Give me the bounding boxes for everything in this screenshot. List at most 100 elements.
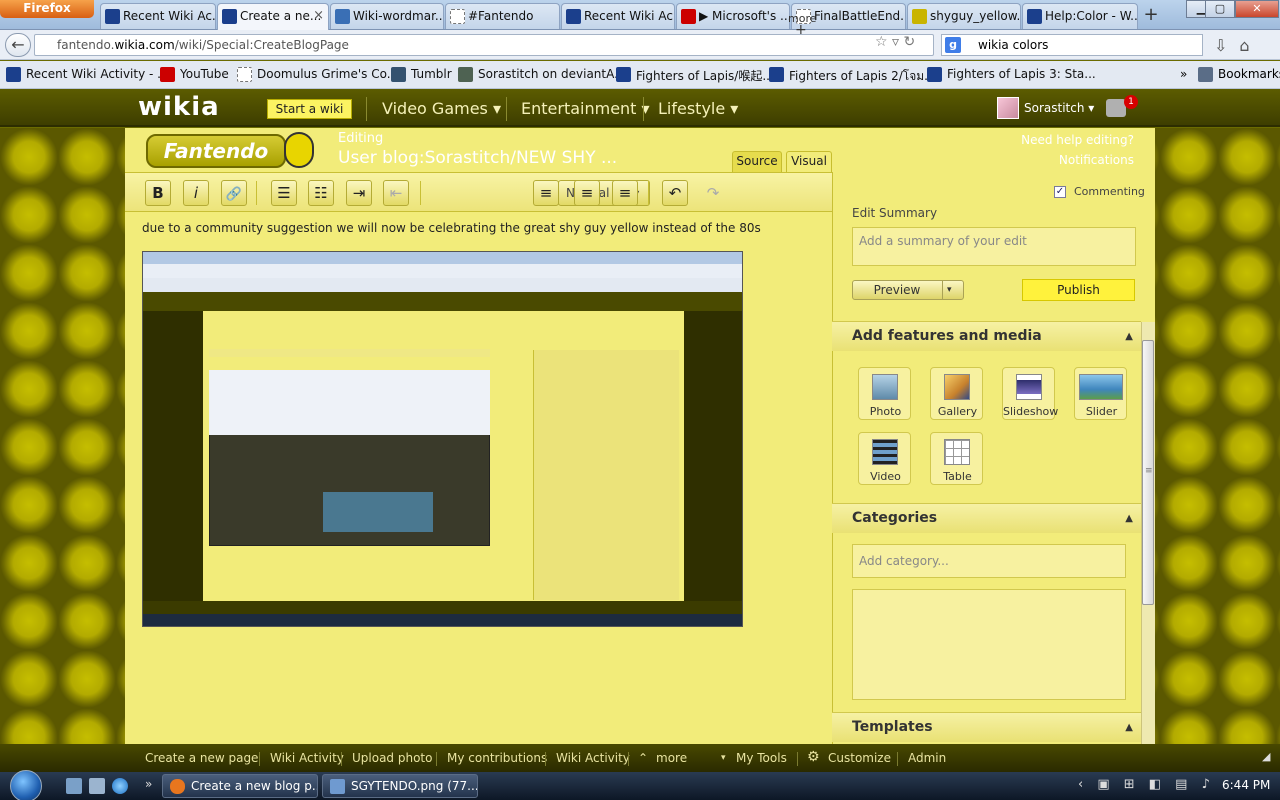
task-paint[interactable]: SGYTENDO.png (77.... bbox=[322, 774, 478, 798]
more-menu-icon[interactable]: ⌃ bbox=[638, 751, 648, 765]
redo-button[interactable]: ↷ bbox=[700, 180, 726, 206]
quicklaunch-overflow[interactable]: » bbox=[145, 777, 152, 791]
add-slider-button[interactable]: Slider bbox=[1074, 367, 1127, 420]
indent-button[interactable]: ⇥ bbox=[346, 180, 372, 206]
create-new-page-link[interactable]: Create a new page bbox=[145, 751, 258, 765]
hub-lifestyle[interactable]: Lifestyle ▾ bbox=[658, 99, 738, 118]
notifications-icon[interactable] bbox=[1106, 99, 1126, 117]
search-input[interactable]: wikia colors bbox=[941, 34, 1203, 56]
my-tools-link[interactable]: My Tools bbox=[736, 751, 787, 765]
tab-shyguy-yellow[interactable]: shyguy_yellow... bbox=[907, 3, 1021, 29]
internet-explorer-icon[interactable] bbox=[112, 778, 128, 794]
collapse-icon[interactable]: ▲ bbox=[1125, 713, 1133, 742]
customize-link[interactable]: Customize bbox=[828, 751, 891, 765]
upload-photo-link[interactable]: Upload photo bbox=[352, 751, 432, 765]
tab-youtube[interactable]: ▶ Microsoft's ... bbox=[676, 3, 790, 29]
start-a-wiki-button[interactable]: Start a wiki bbox=[267, 99, 352, 119]
bulleted-list-button[interactable]: ☰ bbox=[271, 180, 297, 206]
add-slideshow-button[interactable]: Slideshow bbox=[1002, 367, 1058, 420]
task-firefox[interactable]: Create a new blog p... bbox=[162, 774, 318, 798]
tab-wiki-wordmark[interactable]: Wiki-wordmar... bbox=[330, 3, 444, 29]
categories-section-header[interactable]: Categories ▲ bbox=[832, 503, 1141, 533]
bookmark-recent-wiki-activity[interactable]: Recent Wiki Activity - ... bbox=[6, 67, 169, 82]
back-button[interactable]: ← bbox=[5, 33, 31, 57]
more-tools-plus-icon[interactable]: + bbox=[795, 22, 807, 38]
tab-source[interactable]: Source bbox=[732, 151, 782, 172]
tab-recent-wiki-activity[interactable]: Recent Wiki Ac... bbox=[100, 3, 216, 29]
bookmarks-menu-button[interactable]: Bookmarks bbox=[1198, 67, 1280, 82]
category-input[interactable]: Add category... bbox=[852, 544, 1126, 578]
undo-button[interactable]: ↶ bbox=[662, 180, 688, 206]
tab-help-color[interactable]: Help:Color - W... bbox=[1022, 3, 1138, 29]
commenting-checkbox[interactable]: ✓ bbox=[1054, 186, 1066, 198]
firefox-menu-button[interactable]: Firefox bbox=[0, 0, 94, 18]
start-button[interactable] bbox=[10, 770, 42, 800]
more-link[interactable]: more bbox=[656, 751, 687, 765]
user-menu[interactable]: Sorastitch ▾ bbox=[1024, 101, 1094, 115]
close-window-button[interactable]: ✕ bbox=[1235, 0, 1279, 18]
add-video-button[interactable]: Video bbox=[858, 432, 911, 485]
chevron-down-icon[interactable]: ▾ bbox=[947, 281, 952, 299]
gear-icon[interactable]: ⚙ bbox=[807, 749, 820, 765]
edit-summary-field[interactable]: Add a summary of your edit bbox=[852, 227, 1136, 266]
bookmark-tumblr[interactable]: Tumblr bbox=[391, 67, 452, 82]
bookmark-deviantart[interactable]: Sorastitch on deviantA... bbox=[458, 67, 626, 82]
tab-recent-wiki-activity-2[interactable]: Recent Wiki Ac... bbox=[561, 3, 675, 29]
wiki-activity-link-2[interactable]: Wiki Activity bbox=[556, 751, 630, 765]
add-table-button[interactable]: Table bbox=[930, 432, 983, 485]
my-contributions-link[interactable]: My contributions bbox=[447, 751, 547, 765]
wikia-logo[interactable]: wikia bbox=[138, 92, 220, 122]
home-icon[interactable]: ⌂ bbox=[1239, 36, 1261, 55]
bookmark-fighters-of-lapis-2[interactable]: Fighters of Lapis 2/โจม... bbox=[769, 67, 936, 86]
templates-section-header[interactable]: Templates ▲ bbox=[832, 712, 1141, 742]
downloads-icon[interactable]: ⇩ bbox=[1214, 36, 1239, 55]
align-left-button[interactable]: ≡ bbox=[533, 180, 559, 206]
slider-icon bbox=[1079, 374, 1123, 400]
tab-fantendo[interactable]: #Fantendo bbox=[445, 3, 560, 29]
embedded-screenshot-image[interactable] bbox=[142, 251, 743, 627]
fantendo-wordmark[interactable]: Fantendo bbox=[146, 132, 316, 172]
reload-icon[interactable]: ↻ bbox=[904, 34, 916, 50]
close-tab-icon[interactable]: × bbox=[313, 4, 324, 28]
add-gallery-button[interactable]: Gallery bbox=[930, 367, 983, 420]
avatar[interactable] bbox=[997, 97, 1019, 119]
new-tab-button[interactable]: + bbox=[1139, 4, 1163, 28]
bookmarks-overflow-button[interactable]: » bbox=[1180, 67, 1187, 81]
toolbar-arrow-icon[interactable]: ◢ bbox=[1262, 750, 1270, 763]
bookmark-star-icon[interactable]: ☆ bbox=[875, 34, 888, 50]
switch-windows-icon[interactable] bbox=[89, 778, 105, 794]
maximize-button[interactable]: ▢ bbox=[1205, 0, 1235, 18]
bookmark-fighters-of-lapis[interactable]: Fighters of Lapis/喉起... bbox=[616, 67, 774, 84]
collapse-icon[interactable]: ▲ bbox=[1125, 322, 1133, 351]
bold-button[interactable]: B bbox=[145, 180, 171, 206]
system-tray-icons[interactable]: ‹ ▣ ⊞ ◧ ▤ ♪ bbox=[1078, 777, 1215, 792]
bookmark-fighters-of-lapis-3[interactable]: Fighters of Lapis 3: Sta... bbox=[927, 67, 1096, 82]
add-photo-button[interactable]: Photo bbox=[858, 367, 911, 420]
admin-link[interactable]: Admin bbox=[908, 751, 946, 765]
numbered-list-button[interactable]: ☷ bbox=[308, 180, 334, 206]
google-search-engine-icon[interactable]: g bbox=[945, 37, 961, 53]
tab-create-blog-post[interactable]: Create a ne... × bbox=[217, 3, 329, 30]
tab-visual[interactable]: Visual bbox=[786, 151, 832, 173]
publish-button[interactable]: Publish bbox=[1022, 279, 1135, 301]
history-dropdown-icon[interactable]: ▿ bbox=[892, 34, 899, 50]
show-desktop-icon[interactable] bbox=[66, 778, 82, 794]
wiki-activity-link[interactable]: Wiki Activity bbox=[270, 751, 344, 765]
collapse-icon[interactable]: ▲ bbox=[1125, 504, 1133, 533]
help-editing-link[interactable]: Need help editing? bbox=[1000, 133, 1134, 147]
hub-entertainment[interactable]: Entertainment ▾ bbox=[521, 99, 650, 118]
align-center-button[interactable]: ≡ bbox=[574, 180, 600, 206]
preview-button[interactable]: Preview ▾ bbox=[852, 280, 964, 300]
bookmark-doomulus[interactable]: Doomulus Grime's Co... bbox=[237, 67, 398, 82]
clock[interactable]: 6:44 PM bbox=[1222, 778, 1270, 792]
align-right-button[interactable]: ≡ bbox=[612, 180, 638, 206]
tools-dropdown-icon[interactable]: ▾ bbox=[721, 753, 726, 763]
features-section-header[interactable]: Add features and media ▲ bbox=[832, 321, 1141, 351]
editor-body-text[interactable]: due to a community suggestion we will no… bbox=[142, 221, 761, 235]
notifications-link[interactable]: Notifications bbox=[1000, 153, 1134, 167]
hub-video-games[interactable]: Video Games ▾ bbox=[382, 99, 501, 118]
bookmark-youtube[interactable]: YouTube bbox=[160, 67, 229, 82]
outdent-button[interactable]: ⇤ bbox=[383, 180, 409, 206]
italic-button[interactable]: i bbox=[183, 180, 209, 206]
link-icon[interactable]: 🔗 bbox=[221, 180, 247, 206]
